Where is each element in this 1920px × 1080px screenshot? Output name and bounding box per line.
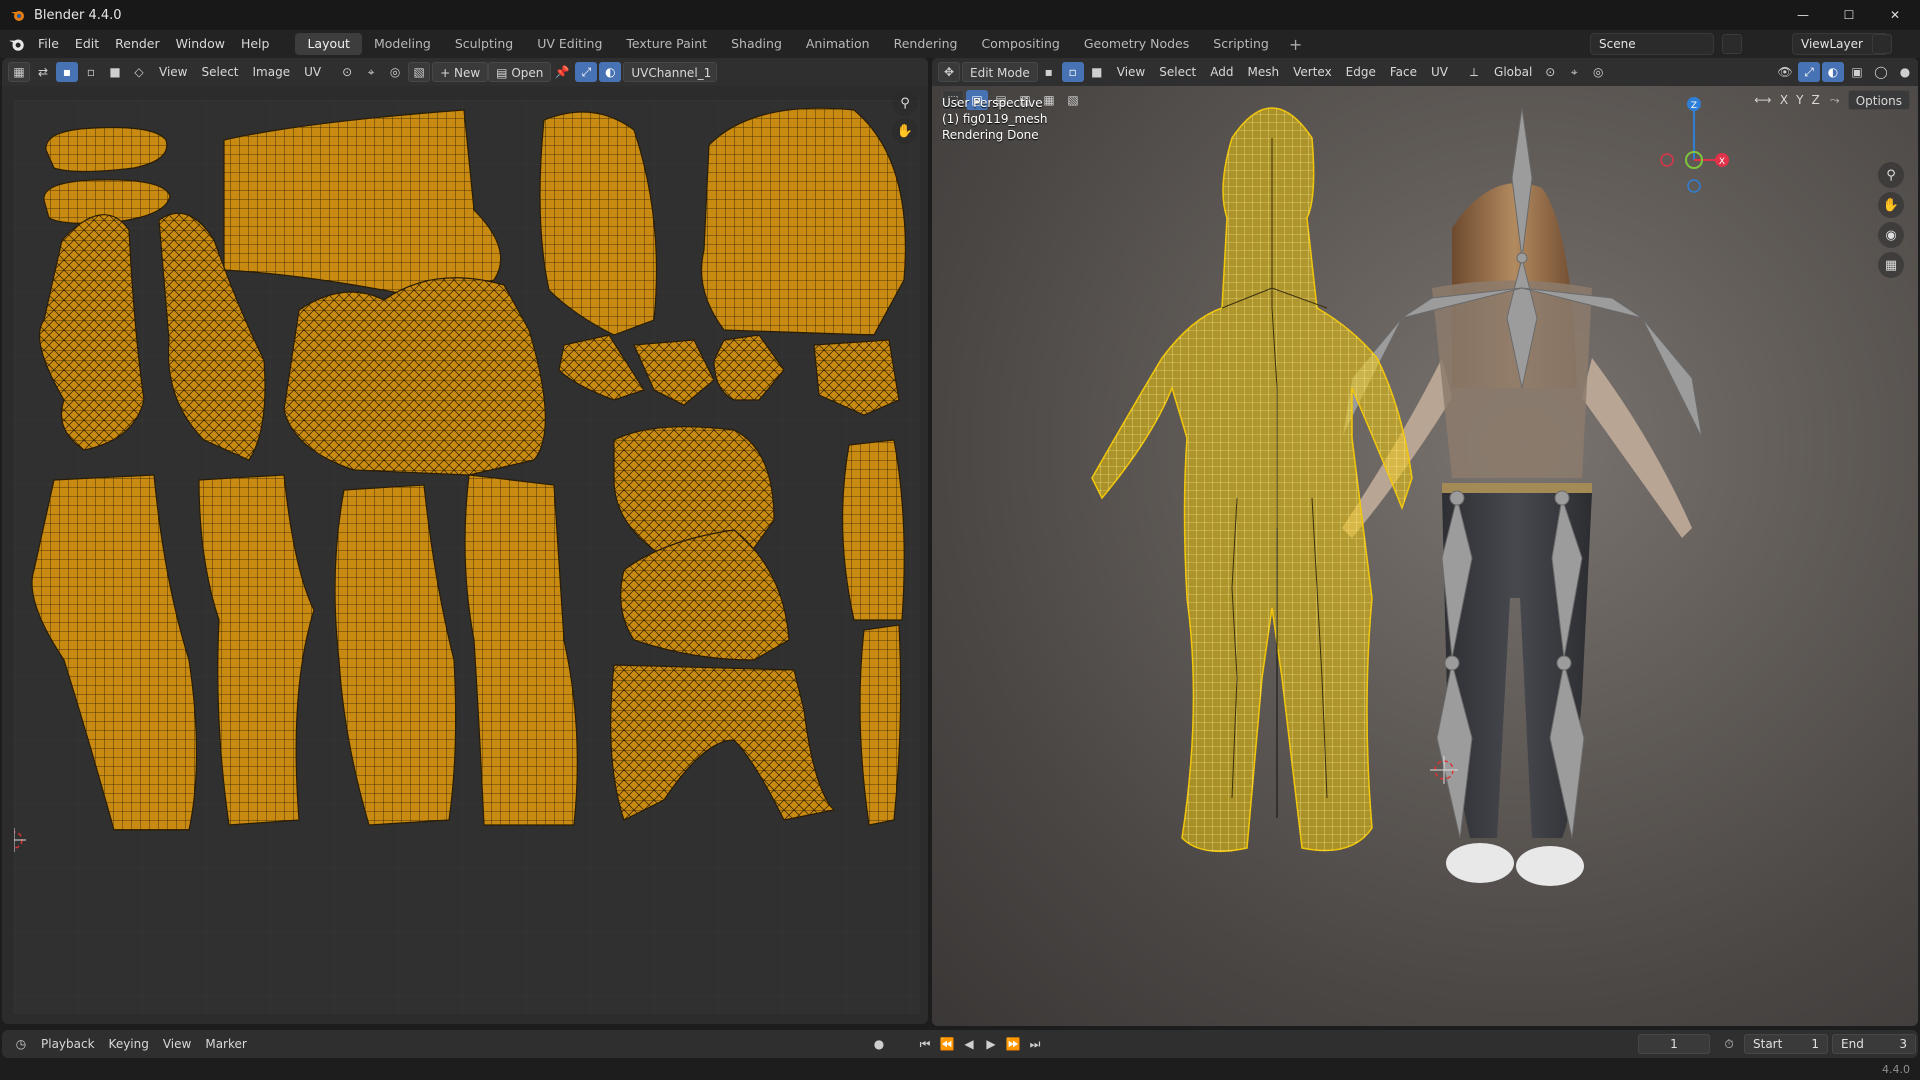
camera-view-icon[interactable]: ◉	[1878, 222, 1904, 248]
tab-sculpting[interactable]: Sculpting	[443, 33, 525, 55]
menu-window[interactable]: Window	[168, 30, 233, 58]
maximize-button[interactable]: ☐	[1826, 0, 1872, 30]
start-frame-value: 1	[1811, 1037, 1819, 1051]
new-view-layer-button[interactable]	[1872, 34, 1892, 54]
timeline-header: ◷ Playback Keying View Marker ● ⏮ ⏪ ◀ ▶ …	[2, 1030, 1918, 1058]
start-frame-field[interactable]: Start 1	[1744, 1034, 1828, 1054]
sync-selection-icon[interactable]: ⇄	[32, 62, 54, 82]
3d-viewport[interactable]: ✥ Edit Mode ▪ ▫ ■ View Select Add Mesh V…	[932, 58, 1918, 1026]
gizmo-x-label: X	[1719, 157, 1725, 167]
timeline-editor-icon[interactable]: ◷	[10, 1034, 32, 1054]
minimize-button[interactable]: —	[1780, 0, 1826, 30]
uv-menu-uv[interactable]: UV	[297, 62, 328, 82]
workspace-tabs: Layout Modeling Sculpting UV Editing Tex…	[295, 33, 1310, 55]
pivot-icon[interactable]: ⊙	[336, 62, 358, 82]
scene-name: Scene	[1599, 37, 1636, 51]
zoom-icon[interactable]: ⚲	[892, 90, 918, 116]
tab-modeling[interactable]: Modeling	[362, 33, 443, 55]
edge-select-icon[interactable]: ▫	[80, 62, 102, 82]
new-image-button[interactable]: + New	[432, 62, 489, 82]
status-bar: 4.4.0	[0, 1060, 1920, 1080]
perspective-toggle-icon[interactable]: ▦	[1878, 252, 1904, 278]
pan-hand-icon[interactable]: ✋	[1878, 192, 1904, 218]
current-frame-field[interactable]: 1	[1638, 1034, 1710, 1054]
uv-editor-header: ▦ ⇄ ▪ ▫ ■ ◇ View Select Image UV ⊙ ⌖ ◎ ▧…	[2, 58, 928, 86]
end-frame-field[interactable]: End 3	[1832, 1034, 1916, 1054]
navigation-gizmo[interactable]: Z X	[1660, 97, 1729, 193]
uv-overlay-icon[interactable]: ◐	[599, 62, 622, 82]
menu-file[interactable]: File	[30, 30, 67, 58]
view-layer-name: ViewLayer	[1801, 37, 1863, 51]
tab-uv-editing[interactable]: UV Editing	[525, 33, 614, 55]
tab-layout[interactable]: Layout	[295, 33, 362, 55]
uv-map-selector[interactable]: UVChannel_1	[623, 62, 718, 82]
snap-icon[interactable]: ⌖	[360, 62, 382, 82]
title-bar: Blender 4.4.0 — ☐ ✕	[0, 0, 1920, 30]
proportional-edit-icon[interactable]: ◎	[384, 62, 406, 82]
gizmo-z-label: Z	[1691, 101, 1697, 111]
vertex-select-icon[interactable]: ▪	[56, 62, 78, 82]
jump-keyframe-back-icon[interactable]: ⏪	[936, 1034, 958, 1054]
open-image-label: Open	[511, 66, 544, 80]
tab-texture-paint[interactable]: Texture Paint	[614, 33, 719, 55]
editor-type-icon[interactable]: ▦	[8, 62, 30, 82]
add-workspace-button[interactable]: +	[1281, 35, 1310, 54]
uv-layout	[14, 100, 920, 1014]
version-label: 4.4.0	[1882, 1063, 1910, 1076]
playback-menu[interactable]: Playback	[34, 1034, 102, 1054]
blender-menu-icon[interactable]	[8, 35, 26, 53]
scene-selector[interactable]: Scene	[1590, 33, 1714, 55]
tab-scripting[interactable]: Scripting	[1201, 33, 1281, 55]
uv-island-torso	[283, 277, 546, 476]
keying-menu[interactable]: Keying	[102, 1034, 156, 1054]
timer-icon[interactable]: ⏱	[1718, 1034, 1740, 1054]
new-scene-button[interactable]	[1722, 34, 1742, 54]
new-image-label: New	[453, 66, 481, 80]
jump-keyframe-forward-icon[interactable]: ⏩	[1002, 1034, 1024, 1054]
uv-island-shoe-upper	[223, 109, 502, 301]
uv-gizmo-icon[interactable]: ⤢	[575, 62, 598, 82]
face-select-icon[interactable]: ■	[104, 62, 126, 82]
tab-geometry-nodes[interactable]: Geometry Nodes	[1072, 33, 1201, 55]
jump-end-icon[interactable]: ⏭	[1024, 1034, 1046, 1054]
end-frame-label: End	[1841, 1037, 1864, 1051]
uv-editor: ▦ ⇄ ▪ ▫ ■ ◇ View Select Image UV ⊙ ⌖ ◎ ▧…	[2, 58, 928, 1024]
start-frame-label: Start	[1753, 1037, 1783, 1051]
play-icon[interactable]: ▶	[980, 1034, 1002, 1054]
timeline-view-menu[interactable]: View	[156, 1034, 198, 1054]
tab-compositing[interactable]: Compositing	[969, 33, 1071, 55]
uv-menu-view[interactable]: View	[152, 62, 194, 82]
sticky-select-icon[interactable]: ◇	[128, 62, 150, 82]
pan-hand-icon[interactable]: ✋	[892, 118, 918, 144]
mesh-wireframe	[1091, 107, 1413, 853]
zoom-icon[interactable]: ⚲	[1878, 162, 1904, 188]
tab-shading[interactable]: Shading	[719, 33, 794, 55]
uv-menu-image[interactable]: Image	[246, 62, 298, 82]
record-icon[interactable]: ●	[868, 1034, 890, 1054]
menu-edit[interactable]: Edit	[67, 30, 107, 58]
end-frame-value: 3	[1899, 1037, 1907, 1051]
menu-help[interactable]: Help	[233, 30, 278, 58]
close-button[interactable]: ✕	[1872, 0, 1918, 30]
uv-canvas[interactable]: ⚲ ✋	[14, 90, 920, 1014]
uv-menu-select[interactable]: Select	[194, 62, 245, 82]
pin-icon[interactable]: 📌	[551, 62, 573, 82]
play-reverse-icon[interactable]: ◀	[958, 1034, 980, 1054]
uv-island-head	[700, 107, 907, 336]
window-title: Blender 4.4.0	[34, 7, 122, 23]
3d-scene: Z X	[1091, 97, 1729, 886]
tab-animation[interactable]: Animation	[794, 33, 882, 55]
jump-start-icon[interactable]: ⏮	[914, 1034, 936, 1054]
image-browse-icon[interactable]: ▧	[408, 62, 431, 82]
blender-logo-icon	[11, 11, 24, 21]
menu-render[interactable]: Render	[107, 30, 168, 58]
open-image-button[interactable]: ▤ Open	[488, 62, 552, 82]
tab-rendering[interactable]: Rendering	[882, 33, 970, 55]
marker-menu[interactable]: Marker	[198, 1034, 253, 1054]
